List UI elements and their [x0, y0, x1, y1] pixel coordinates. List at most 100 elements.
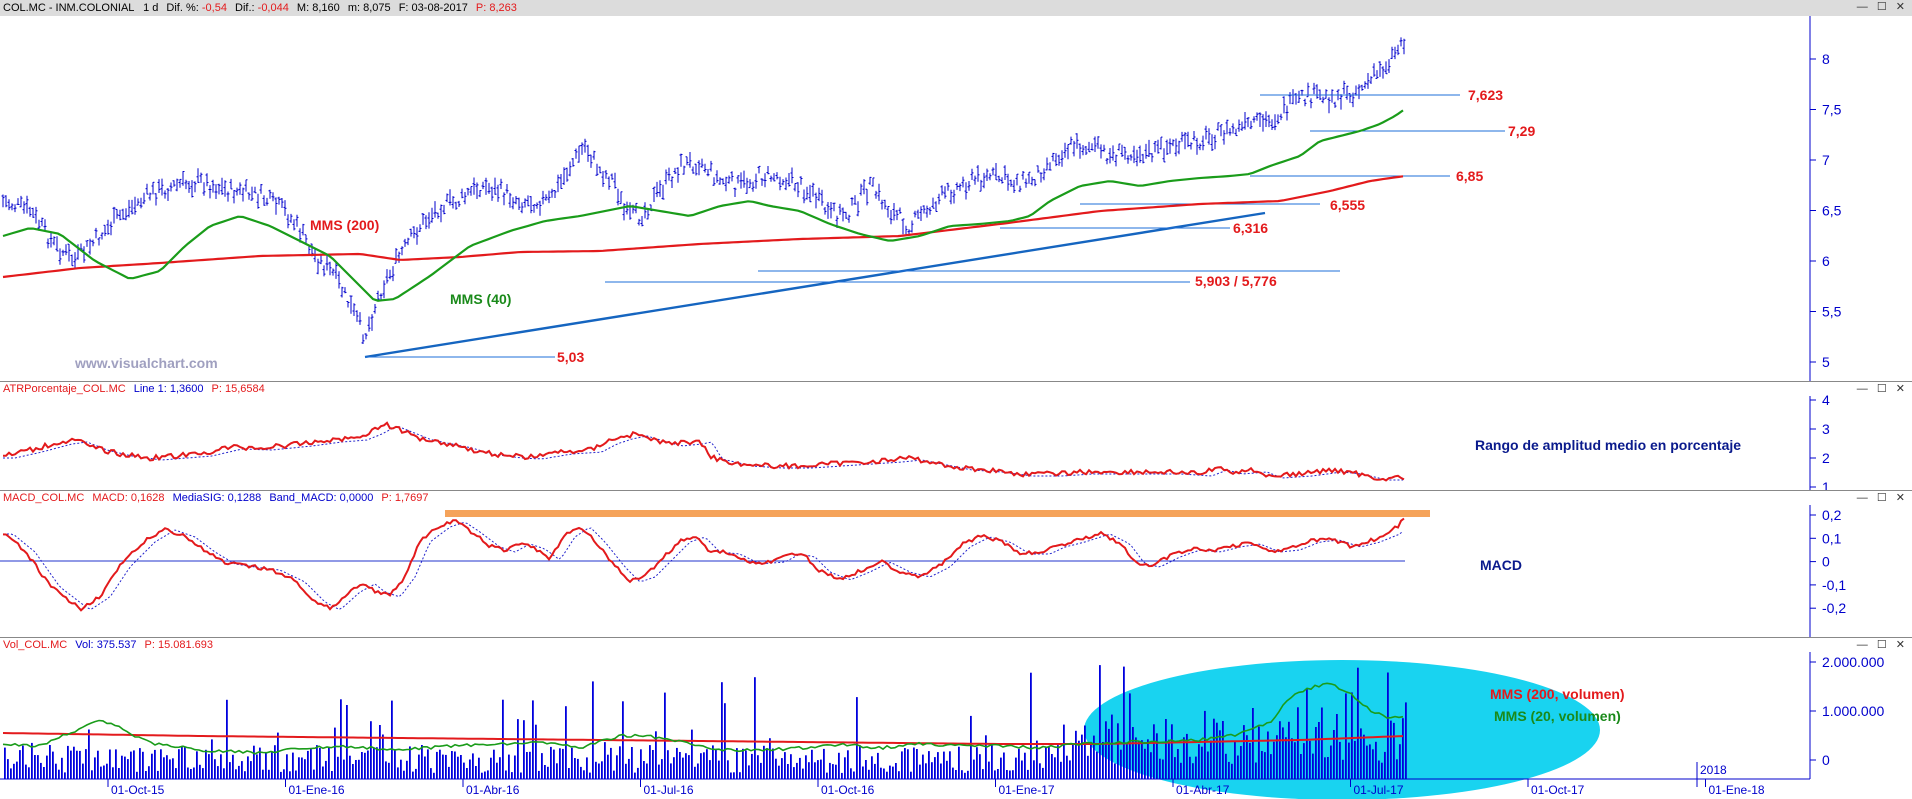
volume-bar	[1318, 722, 1320, 779]
volume-bar	[1195, 756, 1197, 779]
volume-bar	[985, 735, 987, 779]
vol-y-tick-label: 2.000.000	[1822, 654, 1884, 670]
volume-bar	[934, 757, 936, 779]
volume-bar	[1210, 740, 1212, 779]
volume-bar	[151, 753, 153, 779]
volume-bar	[967, 770, 969, 779]
volume-bar	[1378, 760, 1380, 779]
macd-note: MACD	[1480, 557, 1522, 573]
volume-bar	[868, 769, 870, 779]
volume-bar	[493, 749, 495, 779]
volume-bar	[1363, 734, 1365, 779]
window-buttons[interactable]: — ☐ ✕	[1857, 0, 1908, 14]
volume-bar	[907, 749, 909, 779]
volume-bar	[172, 758, 174, 779]
volume-bar	[955, 770, 957, 779]
volume-bar	[10, 768, 12, 779]
volume-bar	[1111, 714, 1113, 779]
volume-bar	[121, 755, 123, 779]
volume-bar	[280, 771, 282, 779]
mms200-label: MMS (200)	[310, 217, 379, 233]
volume-bar	[454, 751, 456, 779]
volume-bar	[718, 760, 720, 779]
volume-bar	[250, 761, 252, 779]
volume-bar	[139, 748, 141, 779]
price-value: 8,263	[489, 2, 517, 14]
volume-bar	[814, 762, 816, 779]
volume-bar	[13, 763, 15, 779]
x-axis-label: 01-Jul-17	[1354, 783, 1404, 797]
macd-highlight-band	[445, 510, 1430, 517]
volume-bar	[418, 754, 420, 779]
volume-bar	[1306, 689, 1308, 779]
volume-bar	[1354, 740, 1356, 779]
volume-bar	[286, 754, 288, 779]
volume-bar	[223, 768, 225, 779]
x-axis-label: 01-Ene-16	[289, 783, 345, 797]
volume-bar	[1360, 728, 1362, 779]
volume-bar	[268, 769, 270, 779]
volume-bar	[469, 759, 471, 779]
volume-bar	[703, 752, 705, 779]
volume-bar	[838, 752, 840, 779]
volume-bar	[625, 763, 627, 779]
volume-bar	[334, 727, 336, 779]
volume-bar	[952, 767, 954, 779]
volume-bar	[421, 745, 423, 779]
volume-bar	[1090, 741, 1092, 779]
volume-bar	[367, 750, 369, 779]
dif-label: Dif.:	[235, 2, 255, 14]
volume-bar	[769, 738, 771, 779]
volume-bar	[895, 763, 897, 779]
volume-bar	[82, 763, 84, 779]
volume-bar	[736, 748, 738, 779]
volume-bar	[1369, 744, 1371, 779]
volume-bar	[382, 734, 384, 779]
volume-bar	[865, 760, 867, 779]
volume-bar	[298, 757, 300, 779]
volume-bar	[685, 753, 687, 779]
volume-bar	[823, 748, 825, 779]
volume-bar	[487, 770, 489, 779]
volume-bar	[661, 759, 663, 779]
volume-bar	[901, 751, 903, 779]
volume-bar	[874, 763, 876, 779]
volume-bar	[547, 766, 549, 779]
symbol-label: COL.MC - INM.COLONIAL	[3, 2, 134, 14]
volume-bar	[322, 766, 324, 779]
volume-bar	[262, 769, 264, 779]
volume-bar	[1285, 737, 1287, 779]
volume-bar	[712, 745, 714, 779]
volume-bar	[274, 745, 276, 779]
volume-bar	[1267, 731, 1269, 779]
volume-bar	[52, 751, 54, 779]
volume-bar	[103, 765, 105, 779]
volume-bar	[1015, 757, 1017, 779]
volume-bar	[376, 747, 378, 779]
volume-bar	[430, 768, 432, 779]
volume-bar	[829, 762, 831, 779]
volume-bar	[202, 768, 204, 779]
volume-bar	[508, 754, 510, 779]
volume-bar	[406, 760, 408, 779]
volume-bar	[706, 749, 708, 779]
volume-bar	[373, 748, 375, 779]
volume-bar	[931, 762, 933, 779]
volume-bar	[136, 771, 138, 779]
atr-y-ticks: 4 3 2 1	[1810, 392, 1830, 490]
volume-bar	[379, 725, 381, 779]
volume-bar	[664, 692, 666, 779]
volume-bar	[226, 699, 228, 779]
volume-bar	[1366, 745, 1368, 779]
x-axis-label: 01-Abr-17	[1176, 783, 1230, 797]
volume-bar	[580, 766, 582, 779]
volume-bar	[778, 765, 780, 779]
volume-bar	[979, 754, 981, 779]
volume-bar	[613, 770, 615, 779]
volume-bar	[1150, 752, 1152, 779]
volume-bar	[457, 756, 459, 779]
volume-bar	[991, 745, 993, 779]
volume-bar	[886, 771, 888, 779]
volume-bar	[1093, 735, 1095, 779]
volume-bar	[295, 770, 297, 779]
